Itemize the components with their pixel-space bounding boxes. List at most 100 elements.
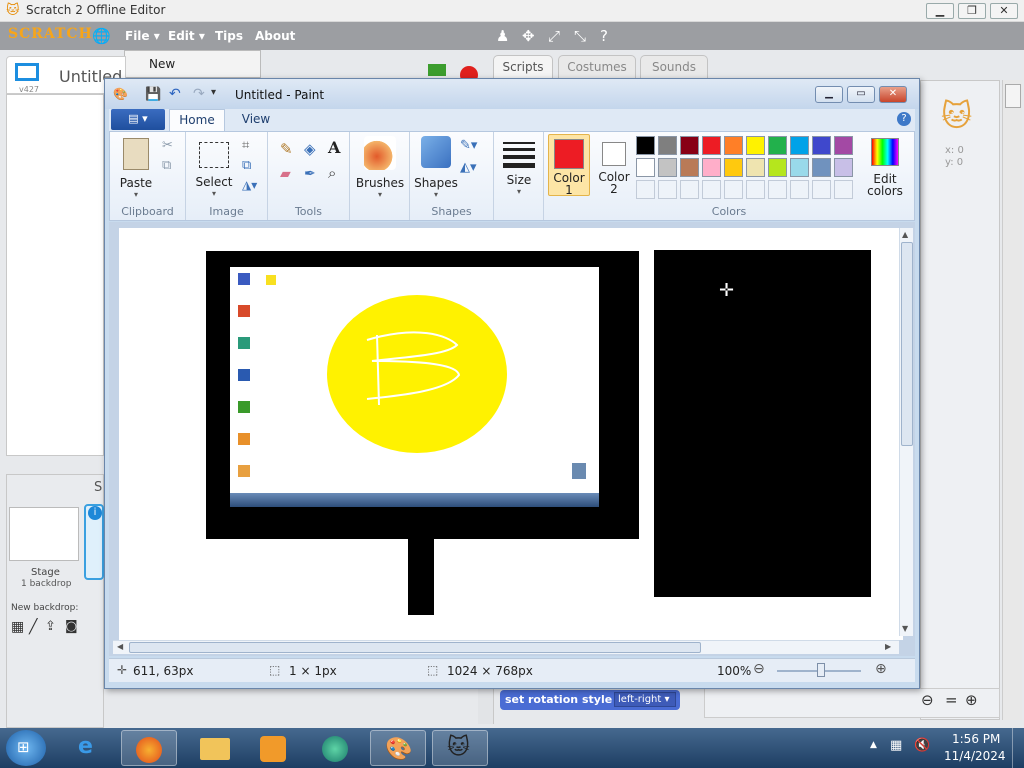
palette-swatch[interactable]	[658, 136, 677, 155]
palette-swatch[interactable]	[812, 136, 831, 155]
palette-swatch[interactable]	[658, 158, 677, 177]
quick-access-dropdown-icon[interactable]: ▾	[211, 87, 216, 98]
palette-swatch[interactable]	[746, 158, 765, 177]
rotate-icon[interactable]: ◮▾	[242, 178, 257, 192]
palette-custom-swatch[interactable]	[680, 180, 699, 199]
palette-custom-swatch[interactable]	[768, 180, 787, 199]
palette-swatch[interactable]	[768, 158, 787, 177]
resize-icon[interactable]: ⧉	[242, 158, 251, 173]
tab-sounds[interactable]: Sounds	[640, 55, 708, 79]
edit-colors-button[interactable]: Edit colors	[862, 134, 908, 197]
copy-icon[interactable]: ⧉	[162, 158, 171, 173]
palette-swatch[interactable]	[702, 136, 721, 155]
taskbar-media-player[interactable]	[246, 730, 302, 766]
cut-icon[interactable]: ✂	[162, 138, 173, 153]
palette-swatch[interactable]	[834, 158, 853, 177]
palette-swatch[interactable]	[790, 158, 809, 177]
taskbar-wmp[interactable]	[308, 730, 364, 766]
paint-minimize-button[interactable]: ▁	[815, 86, 843, 103]
palette-custom-swatch[interactable]	[724, 180, 743, 199]
paint-close-button[interactable]: ✕	[879, 86, 907, 103]
menu-tips[interactable]: Tips	[215, 29, 243, 43]
green-flag-icon[interactable]	[428, 64, 446, 76]
scroll-left-icon[interactable]: ◀	[117, 642, 123, 651]
redo-icon[interactable]: ↷	[193, 86, 205, 102]
tab-view[interactable]: View	[233, 109, 279, 131]
color-picker-icon[interactable]: ✒	[304, 166, 316, 182]
globe-icon[interactable]: 🌐	[92, 27, 111, 45]
zoom-in-icon[interactable]: ⊕	[965, 691, 978, 709]
size-button[interactable]: Size ▾	[500, 136, 538, 196]
color1-button[interactable]: Color 1	[548, 134, 590, 196]
zoom-reset-icon[interactable]: =	[945, 691, 958, 709]
vertical-scroll-thumb[interactable]	[901, 242, 913, 446]
palette-custom-swatch[interactable]	[834, 180, 853, 199]
help-icon[interactable]: ?	[600, 27, 608, 45]
stage-thumbnail[interactable]	[9, 507, 79, 561]
upload-backdrop-icon[interactable]: ⇪	[45, 619, 56, 634]
fullscreen-icon[interactable]	[15, 63, 39, 81]
paste-button[interactable]: Paste ▾	[116, 136, 156, 199]
taskbar-ie[interactable]: e	[62, 730, 118, 766]
palette-custom-swatch[interactable]	[812, 180, 831, 199]
scripts-area[interactable]: 🐱 x: 0 y: 0	[920, 80, 1000, 720]
menu-file[interactable]: File ▾	[125, 29, 160, 43]
palette-swatch[interactable]	[834, 136, 853, 155]
paint-file-menu-button[interactable]: ▤ ▾	[111, 109, 165, 130]
scroll-down-icon[interactable]: ▼	[902, 624, 908, 633]
start-button[interactable]: ⊞	[6, 730, 46, 766]
taskbar-paint[interactable]: 🎨	[370, 730, 426, 766]
clock-time[interactable]: 1:56 PM	[952, 732, 1000, 746]
paint-backdrop-icon[interactable]: ╱	[29, 619, 37, 635]
magnifier-icon[interactable]: ⌕	[328, 164, 336, 182]
palette-swatch[interactable]	[724, 158, 743, 177]
canvas-vertical-scrollbar[interactable]: ▲ ▼	[899, 228, 913, 636]
palette-swatch[interactable]	[724, 136, 743, 155]
palette-custom-swatch[interactable]	[746, 180, 765, 199]
palette-swatch[interactable]	[746, 136, 765, 155]
grow-icon[interactable]: ⤢	[548, 27, 560, 45]
scripts-scroll-thumb[interactable]	[1005, 84, 1021, 108]
select-button[interactable]: Select ▾	[192, 136, 236, 198]
palette-custom-swatch[interactable]	[636, 180, 655, 199]
menu-item-new[interactable]: New	[149, 57, 175, 71]
paint-maximize-button[interactable]: ▭	[847, 86, 875, 103]
zoom-in-button[interactable]: ⊕	[875, 661, 887, 677]
show-hidden-icons[interactable]: ▲	[870, 740, 877, 750]
rotation-style-dropdown[interactable]: left-right ▾	[614, 692, 676, 707]
rotation-style-block[interactable]: set rotation style left-right ▾	[500, 690, 680, 710]
sprite-info-icon[interactable]: i	[88, 506, 102, 520]
backdrop-library-icon[interactable]: ▦	[11, 619, 24, 635]
drawing-canvas[interactable]: ✛	[119, 228, 903, 640]
selected-sprite-tile[interactable]: i	[84, 504, 104, 580]
undo-icon[interactable]: ↶	[169, 86, 181, 102]
scripts-scrollbar[interactable]	[1002, 80, 1022, 720]
scratch-minimize-button[interactable]: ▁	[926, 3, 954, 19]
menu-about[interactable]: About	[255, 29, 295, 43]
camera-icon[interactable]: ◙	[65, 619, 78, 634]
palette-swatch[interactable]	[768, 136, 787, 155]
palette-swatch[interactable]	[636, 158, 655, 177]
palette-swatch[interactable]	[812, 158, 831, 177]
menu-edit[interactable]: Edit ▾	[168, 29, 205, 43]
horizontal-scroll-thumb[interactable]	[129, 642, 701, 653]
save-icon[interactable]: 💾	[145, 87, 161, 102]
zoom-out-button[interactable]: ⊖	[753, 661, 765, 677]
shrink-icon[interactable]: ⤡	[574, 27, 586, 45]
clock-date[interactable]: 11/4/2024	[944, 749, 1006, 763]
network-icon[interactable]: ▦	[890, 738, 902, 753]
scroll-right-icon[interactable]: ▶	[885, 642, 891, 651]
palette-custom-swatch[interactable]	[658, 180, 677, 199]
outline-icon[interactable]: ✎▾	[460, 138, 477, 153]
tab-costumes[interactable]: Costumes	[558, 55, 636, 79]
duplicate-stamp-icon[interactable]: ♟	[496, 27, 509, 45]
canvas-horizontal-scrollbar[interactable]: ◀ ▶	[113, 640, 899, 654]
palette-swatch[interactable]	[702, 158, 721, 177]
scroll-up-icon[interactable]: ▲	[902, 230, 908, 239]
palette-custom-swatch[interactable]	[702, 180, 721, 199]
palette-custom-swatch[interactable]	[790, 180, 809, 199]
taskbar-scratch[interactable]: 🐱	[432, 730, 488, 766]
palette-swatch[interactable]	[636, 136, 655, 155]
palette-swatch[interactable]	[680, 158, 699, 177]
scratch-restore-button[interactable]: ❐	[958, 3, 986, 19]
